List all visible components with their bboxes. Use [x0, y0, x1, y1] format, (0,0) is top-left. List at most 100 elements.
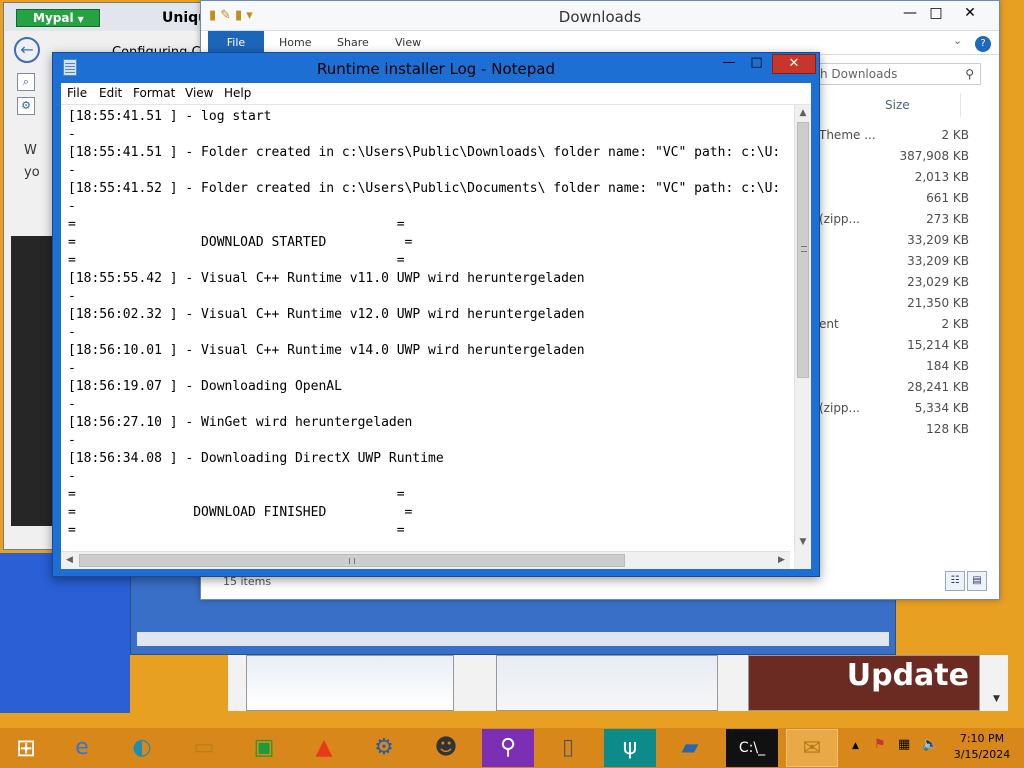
- log-line: -: [68, 397, 76, 412]
- ribbon-expand-icon[interactable]: ⌄: [953, 34, 962, 47]
- vertical-scrollbar[interactable]: ▲ ▼: [794, 105, 811, 551]
- mypal-launcher-button[interactable]: Mypal ▼: [16, 9, 100, 27]
- ribbon-tab-view[interactable]: View: [395, 36, 421, 49]
- file-row[interactable]: (zipp... 273 KB: [817, 209, 969, 230]
- file-row[interactable]: 15,214 KB: [817, 335, 969, 356]
- command-prompt-icon[interactable]: C:\_: [726, 729, 778, 767]
- file-row[interactable]: 28,241 KB: [817, 377, 969, 398]
- log-line: [18:56:34.08 ] - Downloading DirectX UWP…: [68, 451, 444, 466]
- back-arrow-icon[interactable]: ←: [14, 37, 40, 63]
- file-row[interactable]: 21,350 KB: [817, 293, 969, 314]
- file-row[interactable]: 23,029 KB: [817, 272, 969, 293]
- network-icon[interactable]: ▦: [898, 737, 910, 752]
- file-row[interactable]: ent 2 KB: [817, 314, 969, 335]
- file-row[interactable]: 33,209 KB: [817, 230, 969, 251]
- log-line: -: [68, 289, 76, 304]
- explorer-maximize-button[interactable]: □: [921, 3, 951, 25]
- file-row[interactable]: Theme ... 2 KB: [817, 125, 969, 146]
- ribbon-tab-share[interactable]: Share: [337, 36, 369, 49]
- notepad-title: Runtime installer Log - Notepad: [317, 60, 555, 78]
- log-line: [18:56:10.01 ] - Visual C++ Runtime v14.…: [68, 343, 585, 358]
- log-line: [18:55:55.42 ] - Visual C++ Runtime v11.…: [68, 271, 585, 286]
- log-text[interactable]: [18:55:41.51 ] - log start - [18:55:41.51 …: [68, 108, 796, 548]
- file-row[interactable]: 184 KB: [817, 356, 969, 377]
- store-icon[interactable]: ▣: [238, 729, 290, 767]
- horizontal-scrollbar[interactable]: ◀ ▶: [61, 551, 790, 569]
- log-line: [18:56:27.10 ] - WinGet wird heruntergel…: [68, 415, 413, 430]
- background-text: W yo: [24, 143, 40, 180]
- raccoon-app-icon[interactable]: ☻: [420, 729, 472, 767]
- explorer-titlebar[interactable]: ▮✎▮▾ Downloads — □ ✕: [201, 1, 999, 31]
- notepad-menubar: File Edit Format View Help: [61, 83, 811, 105]
- clock-date: 3/15/2024: [953, 748, 1011, 761]
- start-windows-icon[interactable]: ⊞: [6, 729, 46, 767]
- thumbnail-2[interactable]: [496, 655, 718, 711]
- scroll-right-icon[interactable]: ▶: [773, 552, 790, 569]
- log-line: [18:56:02.32 ] - Visual C++ Runtime v12.…: [68, 307, 585, 322]
- menu-help[interactable]: Help: [224, 86, 251, 100]
- scroll-left-icon[interactable]: ◀: [61, 552, 78, 569]
- mail-clock-icon[interactable]: ✉: [786, 729, 838, 767]
- notepad-window[interactable]: Runtime installer Log - Notepad — □ ✕ Fi…: [52, 52, 820, 577]
- log-line: = =: [68, 253, 405, 268]
- file-row[interactable]: 387,908 KB: [817, 146, 969, 167]
- notepad-titlebar[interactable]: Runtime installer Log - Notepad — □ ✕: [53, 53, 819, 83]
- tray-expand-icon[interactable]: ▲: [852, 741, 859, 751]
- notepad-minimize-button[interactable]: —: [715, 54, 743, 74]
- notepad-taskbar-icon[interactable]: ▰: [664, 729, 716, 767]
- explorer-search-input[interactable]: h Downloads ⚲: [817, 63, 981, 85]
- explorer-close-button[interactable]: ✕: [955, 3, 985, 25]
- log-line: [18:56:19.07 ] - Downloading OpenAL: [68, 379, 342, 394]
- menu-format[interactable]: Format: [133, 86, 175, 100]
- magnifier-icon[interactable]: ⚲: [482, 729, 534, 767]
- search-magnifier-icon: ⚲: [965, 67, 974, 81]
- menu-view[interactable]: View: [185, 86, 213, 100]
- clock-time: 7:10 PM: [959, 732, 1005, 745]
- file-list: Theme ... 2 KB 387,908 KB 2,013 KB 661 KB…: [817, 125, 969, 440]
- menu-file[interactable]: File: [67, 86, 87, 100]
- ribbon-tab-home[interactable]: Home: [279, 36, 311, 49]
- control-panel-icon[interactable]: ⚙: [358, 729, 410, 767]
- file-row[interactable]: 2,013 KB: [817, 167, 969, 188]
- log-line: = =: [68, 487, 405, 502]
- log-line: [18:55:41.51 ] - log start: [68, 109, 272, 124]
- taskbar-clock[interactable]: 7:10 PM 3/15/2024: [950, 731, 1014, 763]
- vertical-scroll-thumb[interactable]: [797, 122, 809, 378]
- horizontal-scroll-thumb[interactable]: [79, 554, 625, 567]
- scroll-up-icon[interactable]: ▲: [795, 105, 811, 122]
- thumbnail-update-text: Update: [846, 658, 969, 693]
- file-row[interactable]: 128 KB: [817, 419, 969, 440]
- taskbar: ⊞ e ◐ ▭ ▣ ▲ ⚙ ☻ ⚲ ▯ ψ ▰ C:\_ ✉ ▲ ⚑ ▦ 🔈 7…: [0, 728, 1024, 768]
- notepad-edit-area[interactable]: [18:55:41.51 ] - log start - [18:55:41.51 …: [61, 105, 811, 569]
- thumbnail-strip: Update: [228, 655, 1008, 711]
- thumbnail-3[interactable]: Update: [748, 655, 980, 711]
- settings-icon[interactable]: ⚙: [17, 97, 35, 115]
- media-player-icon[interactable]: ◐: [116, 729, 168, 767]
- log-line: = =: [68, 523, 405, 538]
- file-row[interactable]: (zipp... 5,334 KB: [817, 398, 969, 419]
- scroll-down-icon[interactable]: ▼: [795, 534, 811, 551]
- log-line: -: [68, 325, 76, 340]
- thumbnail-1[interactable]: [246, 655, 454, 711]
- internet-explorer-icon[interactable]: e: [56, 729, 108, 767]
- column-header-size[interactable]: Size: [817, 93, 961, 117]
- help-icon[interactable]: ?: [975, 36, 991, 52]
- log-line: = DOWNLOAD STARTED =: [68, 235, 413, 250]
- file-explorer-icon[interactable]: ▭: [178, 729, 230, 767]
- file-row[interactable]: 33,209 KB: [817, 251, 969, 272]
- app-icon[interactable]: ▲: [298, 729, 350, 767]
- tiles-view-button[interactable]: ▤: [967, 571, 987, 591]
- notepad-maximize-button[interactable]: □: [743, 54, 770, 74]
- document-icon[interactable]: ▯: [542, 729, 594, 767]
- volume-muted-icon[interactable]: 🔈: [922, 737, 938, 752]
- search-icon[interactable]: ⌕: [17, 73, 35, 91]
- restaurant-app-icon[interactable]: ψ: [604, 729, 656, 767]
- action-center-flag-icon[interactable]: ⚑: [874, 737, 886, 752]
- size-grip[interactable]: [794, 551, 811, 569]
- menu-edit[interactable]: Edit: [99, 86, 122, 100]
- file-row[interactable]: 661 KB: [817, 188, 969, 209]
- scroll-down-arrow-icon[interactable]: ▼: [993, 694, 1000, 704]
- notepad-close-button[interactable]: ✕: [772, 54, 816, 74]
- details-view-button[interactable]: ☷: [945, 571, 965, 591]
- explorer-title: Downloads: [558, 8, 642, 26]
